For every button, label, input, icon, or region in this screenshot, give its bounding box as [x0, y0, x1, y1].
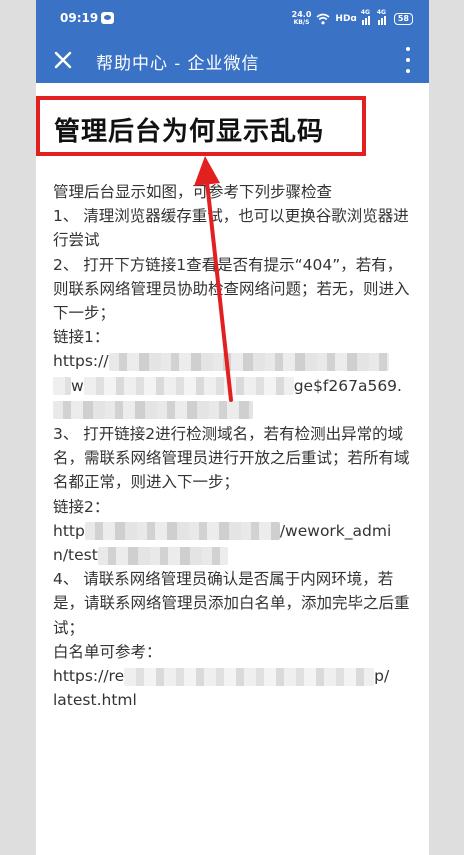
redacted-text: [53, 401, 253, 420]
network-speed-unit: KB/S: [293, 19, 310, 26]
status-time: 09:19: [60, 11, 99, 25]
status-indicators: 24.0 KB/S HDɑ 4G 4G 58: [292, 9, 413, 27]
step-2: 2、 打开下方链接1查看是否有提示“404”，若有，则联系网络管理员协助检查网络…: [53, 255, 410, 323]
wifi-icon: [316, 13, 330, 25]
close-icon[interactable]: [51, 48, 75, 72]
link-1-end[interactable]: [53, 398, 415, 422]
battery-icon: 58: [393, 13, 413, 25]
title-bar: 帮助中心 - 企业微信: [36, 38, 429, 83]
link-1-label: 链接1：: [53, 328, 110, 347]
whitelist-link-continued[interactable]: latest.html: [53, 688, 415, 712]
redacted-text: [97, 546, 228, 565]
link-2-label: 链接2：: [53, 497, 110, 516]
redacted-text: [84, 522, 280, 541]
article-content: 管理后台为何显示乱码 管理后台显示如图，可参考下列步骤检查 1、 清理浏览器缓存…: [36, 83, 429, 855]
network-speed: 24.0 KB/S: [292, 11, 312, 27]
status-bar: 09:19 24.0 KB/S HDɑ 4G 4G 58: [36, 0, 429, 38]
page-title: 帮助中心 - 企业微信: [96, 54, 260, 74]
whitelist-link[interactable]: https://re p/: [53, 664, 415, 688]
link-2-continued[interactable]: n/test: [53, 543, 415, 567]
signal-icon: 4G: [361, 9, 373, 25]
redacted-text: [124, 667, 375, 686]
article-title: 管理后台为何显示乱码: [54, 117, 325, 147]
redacted-text: [53, 377, 71, 396]
signal-type-label-secondary: 4G: [376, 8, 386, 16]
intro-paragraph: 管理后台显示如图，可参考下列步骤检查: [53, 183, 333, 201]
whitelist-label: 白名单可参考：: [53, 642, 162, 661]
redacted-text: [108, 352, 389, 371]
redacted-text: [83, 377, 294, 396]
link-2[interactable]: http/wework_admi: [53, 519, 415, 543]
signal-type-label: 4G: [360, 8, 370, 16]
step-1: 1、 清理浏览器缓存重试，也可以更换谷歌浏览器进行尝试: [53, 207, 409, 250]
article-body: 管理后台显示如图，可参考下列步骤检查 1、 清理浏览器缓存重试，也可以更换谷歌浏…: [53, 180, 415, 712]
link-1-continued[interactable]: w ge$f267a569.: [53, 374, 415, 398]
phone-screen: 09:19 24.0 KB/S HDɑ 4G 4G 58 帮助中心 - 企业微信…: [36, 0, 429, 855]
step-3: 3、 打开链接2进行检测域名，若有检测出异常的域名，需联系网络管理员进行开放之后…: [53, 425, 410, 492]
link-1[interactable]: https://: [53, 349, 415, 373]
network-speed-value: 24.0: [291, 10, 312, 19]
hd-indicator: HDɑ: [335, 14, 357, 24]
signal-icon-secondary: 4G: [377, 9, 389, 25]
more-vertical-icon[interactable]: [405, 47, 411, 73]
step-4: 4、 请联系网络管理员确认是否属于内网环境，若是，请联系网络管理员添加白名单，添…: [53, 570, 410, 637]
app-notification-icon: [101, 12, 114, 24]
